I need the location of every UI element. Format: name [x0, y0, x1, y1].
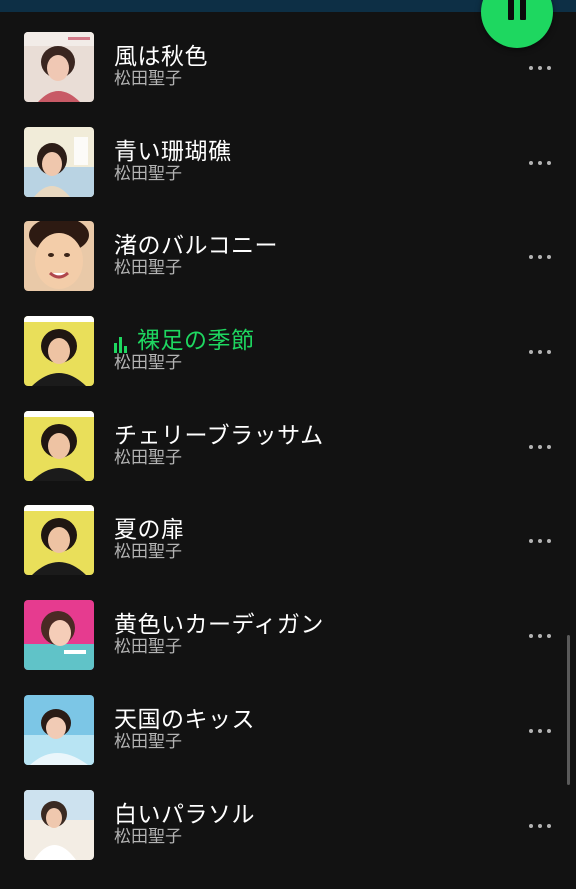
track-artist: 松田聖子 — [114, 69, 182, 89]
track-row[interactable]: 渚のバルコニー 松田聖子 — [0, 209, 576, 304]
album-cover — [24, 221, 94, 292]
pause-icon — [508, 0, 526, 20]
track-row[interactable]: 白いパラソル 松田聖子 — [0, 778, 576, 873]
album-cover — [24, 600, 94, 671]
track-title: 黄色いカーディガン — [114, 612, 324, 639]
track-title: 白いパラソル — [114, 801, 255, 828]
track-row-now-playing[interactable]: 裸足の季節 松田聖子 — [0, 304, 576, 399]
track-title: 風は秋色 — [114, 44, 208, 70]
more-options-button[interactable] — [524, 153, 556, 173]
more-options-button[interactable] — [524, 342, 556, 362]
more-options-button[interactable] — [524, 816, 556, 836]
scrollbar[interactable] — [567, 635, 570, 785]
more-options-button[interactable] — [524, 437, 556, 457]
track-title: 裸足の季節 — [137, 328, 255, 355]
track-artist: 松田聖子 — [114, 542, 182, 563]
track-title: 夏の扉 — [114, 517, 185, 544]
more-options-button[interactable] — [524, 58, 556, 78]
track-title: 青い珊瑚礁 — [114, 138, 232, 165]
track-row[interactable]: 天国のキッス 松田聖子 — [0, 683, 576, 778]
track-row[interactable]: 黄色いカーディガン 松田聖子 — [0, 588, 576, 683]
track-row[interactable]: チェリーブラッサム 松田聖子 — [0, 399, 576, 494]
track-artist: 松田聖子 — [114, 353, 182, 374]
more-options-button[interactable] — [524, 247, 556, 267]
track-artist: 松田聖子 — [114, 826, 182, 847]
track-artist: 松田聖子 — [114, 731, 182, 752]
track-list: 風は秋色 松田聖子 青い珊瑚礁 松田聖子 渚のバルコニー 松田聖子 裸足の季節 … — [0, 20, 576, 872]
track-title: 渚のバルコニー — [114, 233, 279, 260]
track-title: チェリーブラッサム — [114, 422, 324, 449]
track-artist: 松田聖子 — [114, 163, 182, 184]
album-cover — [24, 694, 94, 765]
more-options-button[interactable] — [524, 626, 556, 646]
album-cover — [24, 505, 94, 576]
album-cover — [24, 316, 94, 387]
track-row[interactable]: 夏の扉 松田聖子 — [0, 493, 576, 588]
more-options-button[interactable] — [524, 531, 556, 551]
album-cover — [24, 410, 94, 481]
album-cover — [24, 126, 94, 197]
track-row[interactable]: 風は秋色 松田聖子 — [0, 20, 576, 115]
track-artist: 松田聖子 — [114, 258, 182, 279]
track-title: 天国のキッス — [114, 706, 255, 733]
more-options-button[interactable] — [524, 721, 556, 741]
track-artist: 松田聖子 — [114, 637, 182, 658]
album-cover — [24, 32, 94, 102]
track-artist: 松田聖子 — [114, 447, 182, 468]
equalizer-icon — [114, 337, 130, 354]
track-row[interactable]: 青い珊瑚礁 松田聖子 — [0, 115, 576, 210]
album-cover — [24, 789, 94, 860]
